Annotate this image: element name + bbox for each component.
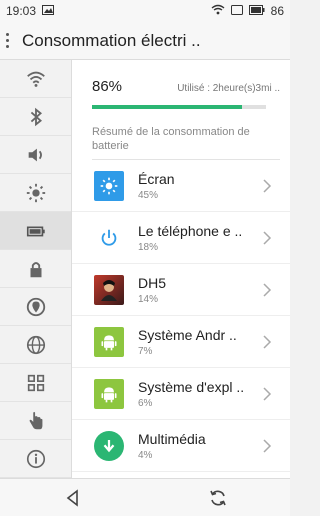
android-icon — [94, 326, 124, 357]
title-bar: Consommation électri .. — [0, 22, 290, 60]
sidebar-item-gestures[interactable] — [0, 402, 71, 440]
notification-box-icon — [230, 4, 243, 18]
sidebar-item-about[interactable] — [0, 440, 71, 478]
sidebar-item-display[interactable] — [0, 174, 71, 212]
volume-icon — [28, 148, 42, 161]
list-item-phone[interactable]: Le téléphone e .. 18% — [72, 212, 290, 264]
image-notification-icon — [42, 4, 55, 18]
chevron-right-icon — [263, 282, 272, 297]
app-percent: 18% — [138, 241, 159, 253]
battery-status-icon — [248, 4, 265, 18]
grid-icon — [27, 374, 44, 391]
app-percent: 7% — [138, 345, 153, 357]
sidebar-item-battery[interactable] — [0, 212, 71, 250]
battery-icon — [26, 226, 45, 236]
battery-level-bar — [92, 105, 266, 109]
sidebar-item-apps[interactable] — [0, 364, 71, 402]
list-item-android-system[interactable]: Système Andr .. 7% — [72, 316, 290, 368]
back-icon[interactable] — [63, 488, 83, 508]
app-name: Système Andr .. — [138, 326, 237, 343]
sidebar-item-sound[interactable] — [0, 136, 71, 174]
lock-icon — [30, 261, 41, 277]
chevron-right-icon — [263, 334, 272, 349]
power-icon — [94, 222, 124, 253]
list-item-multimedia[interactable]: Multimédia 4% — [72, 420, 290, 472]
chevron-right-icon — [263, 386, 272, 401]
battery-level-text: 86% — [92, 78, 123, 95]
settings-sidebar — [0, 60, 72, 478]
app-name: Le téléphone e .. — [138, 222, 243, 239]
brightness-icon — [26, 183, 45, 202]
wifi-icon — [26, 71, 45, 87]
battery-level-fill — [92, 105, 242, 109]
app-percent: 45% — [138, 189, 159, 201]
app-name: DH5 — [138, 274, 167, 291]
globe-icon — [26, 335, 45, 354]
screen-brightness-icon — [94, 170, 124, 201]
list-item-os[interactable]: Système d'expl .. 6% — [72, 368, 290, 420]
app-name: Système d'expl .. — [138, 378, 245, 395]
chevron-right-icon — [263, 230, 272, 245]
list-item-screen[interactable]: Écran 45% — [72, 160, 290, 212]
app-percent: 14% — [138, 293, 159, 305]
battery-panel: 86% Utilisé : 2heure(s)3mi .. Résumé de … — [72, 60, 290, 478]
app-name: Écran — [138, 170, 175, 187]
sidebar-item-location[interactable] — [0, 288, 71, 326]
sidebar-item-wifi[interactable] — [0, 60, 71, 98]
wifi-status-icon — [211, 4, 225, 18]
game-icon — [94, 274, 124, 305]
status-time: 19:03 — [6, 4, 37, 18]
menu-icon[interactable] — [6, 33, 14, 48]
chevron-right-icon — [263, 178, 272, 193]
battery-percent: 86 — [270, 4, 284, 18]
app-percent: 4% — [138, 449, 153, 461]
navigation-bar — [0, 478, 290, 516]
sidebar-item-security[interactable] — [0, 250, 71, 288]
chevron-right-icon — [263, 438, 272, 453]
android-icon — [94, 378, 124, 409]
app-name: Multimédia — [138, 430, 206, 447]
status-bar: 19:03 86 — [0, 0, 290, 22]
battery-usage-header: 86% Utilisé : 2heure(s)3mi .. — [72, 60, 290, 109]
page-title: Consommation électri .. — [22, 30, 201, 50]
location-icon — [26, 297, 45, 316]
bluetooth-icon — [30, 107, 42, 126]
app-percent: 6% — [138, 397, 153, 409]
download-icon — [94, 430, 124, 461]
info-icon — [26, 449, 45, 468]
usage-time-text: Utilisé : 2heure(s)3mi .. — [177, 83, 280, 94]
hand-pointer-icon — [29, 411, 42, 429]
sidebar-item-network[interactable] — [0, 326, 71, 364]
refresh-icon[interactable] — [208, 488, 228, 508]
list-item-dh5[interactable]: DH5 14% — [72, 264, 290, 316]
sidebar-item-bluetooth[interactable] — [0, 98, 71, 136]
summary-label: Résumé de la consommation de batterie — [92, 125, 280, 160]
